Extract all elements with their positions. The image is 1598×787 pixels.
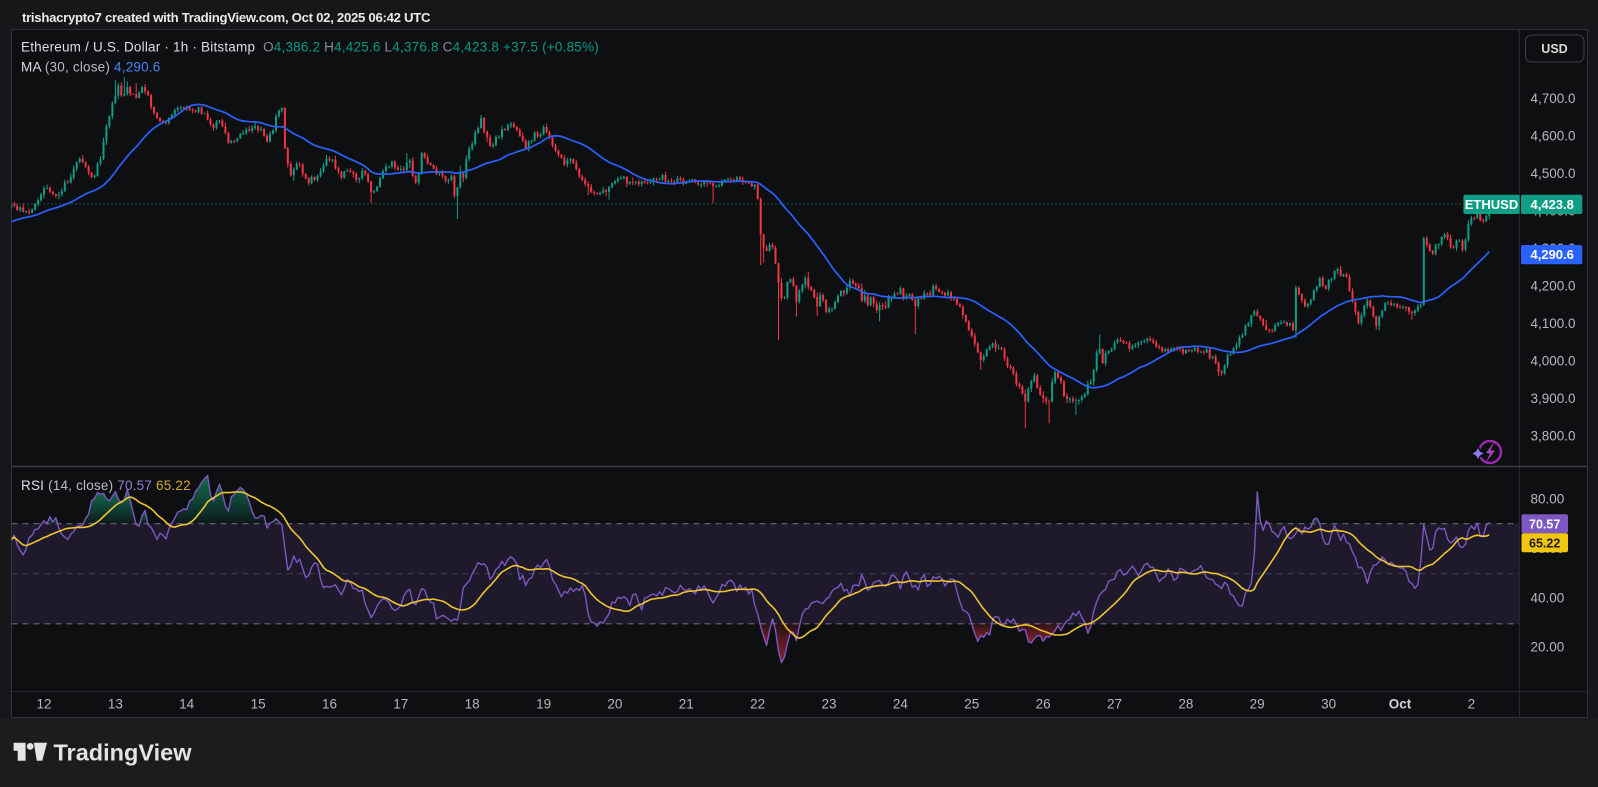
svg-text:28: 28: [1178, 697, 1193, 712]
svg-text:4,500.0: 4,500.0: [1531, 166, 1576, 181]
svg-text:ETHUSD: ETHUSD: [1465, 197, 1518, 212]
svg-text:4,000.0: 4,000.0: [1531, 353, 1576, 368]
svg-text:21: 21: [679, 697, 694, 712]
svg-text:17: 17: [393, 697, 408, 712]
svg-text:4,100.0: 4,100.0: [1531, 316, 1576, 331]
svg-text:23: 23: [821, 697, 836, 712]
svg-text:40.00: 40.00: [1531, 590, 1565, 605]
svg-text:26: 26: [1036, 697, 1051, 712]
svg-text:16: 16: [322, 697, 337, 712]
svg-text:29: 29: [1250, 697, 1265, 712]
svg-text:27: 27: [1107, 697, 1122, 712]
svg-text:15: 15: [251, 697, 266, 712]
svg-text:18: 18: [465, 697, 480, 712]
svg-text:25: 25: [964, 697, 979, 712]
svg-text:65.22: 65.22: [1529, 536, 1560, 550]
svg-text:4,290.6: 4,290.6: [1531, 247, 1574, 262]
svg-text:30: 30: [1321, 697, 1336, 712]
svg-text:70.57: 70.57: [1529, 517, 1560, 531]
svg-text:3,900.0: 3,900.0: [1531, 391, 1576, 406]
svg-text:13: 13: [108, 697, 123, 712]
svg-text:4,600.0: 4,600.0: [1531, 128, 1576, 143]
svg-text:80.00: 80.00: [1531, 492, 1565, 507]
svg-text:12: 12: [36, 697, 51, 712]
svg-text:4,700.0: 4,700.0: [1531, 91, 1576, 106]
svg-text:24: 24: [893, 697, 909, 712]
svg-text:Ethereum / U.S. Dollar · 1h ·: Ethereum / U.S. Dollar · 1h · Bitstamp O…: [21, 40, 599, 55]
svg-text:trishacrypto7 created with Tra: trishacrypto7 created with TradingView.c…: [22, 10, 431, 25]
svg-text:20.00: 20.00: [1531, 640, 1565, 655]
svg-text:TradingView: TradingView: [54, 740, 193, 766]
svg-text:4,423.8: 4,423.8: [1531, 197, 1574, 212]
svg-text:2: 2: [1468, 697, 1476, 712]
svg-text:USD: USD: [1541, 42, 1567, 56]
svg-text:4,200.0: 4,200.0: [1531, 278, 1576, 293]
svg-text:3,800.0: 3,800.0: [1531, 428, 1576, 443]
svg-text:Oct: Oct: [1389, 697, 1412, 712]
svg-text:MA (30, close) 4,290.6: MA (30, close) 4,290.6: [21, 60, 161, 75]
svg-text:14: 14: [179, 697, 195, 712]
svg-text:20: 20: [607, 697, 622, 712]
svg-text:22: 22: [750, 697, 765, 712]
svg-text:19: 19: [536, 697, 551, 712]
svg-text:RSI (14, close) 70.57 65.22: RSI (14, close) 70.57 65.22: [21, 478, 191, 493]
